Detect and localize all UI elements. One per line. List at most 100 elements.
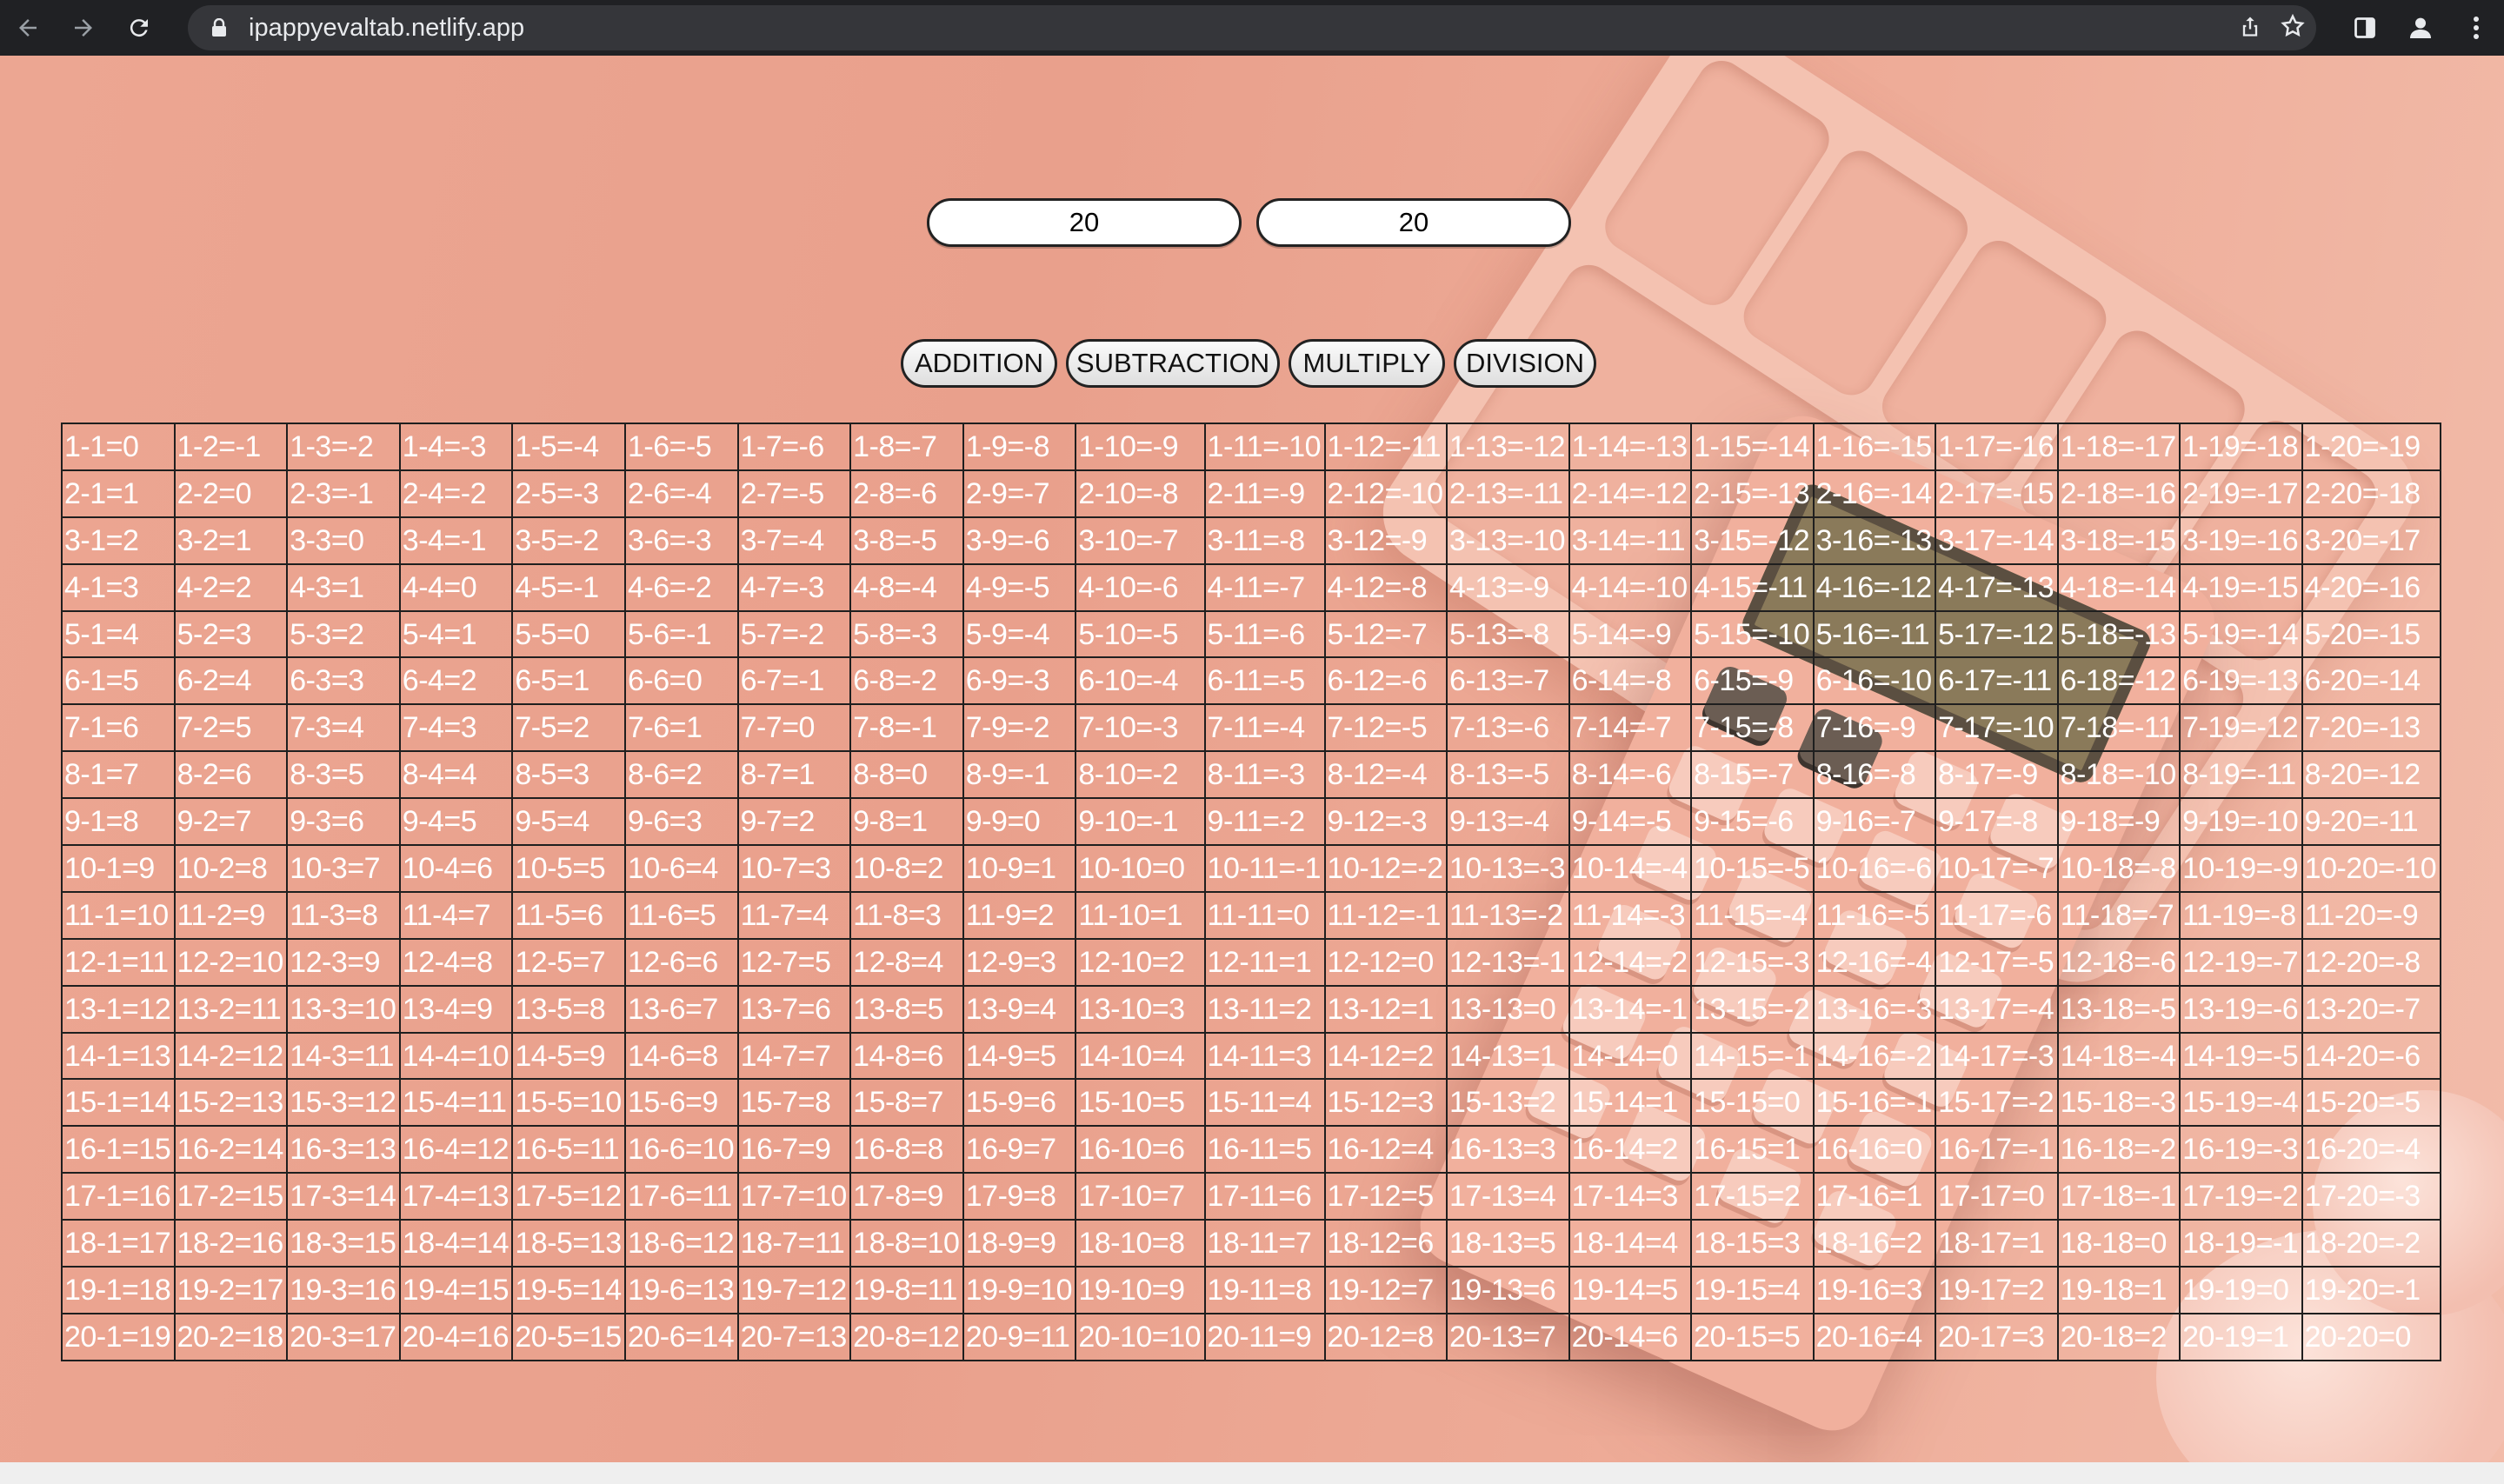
- table-cell: 13-10=3: [1075, 984, 1206, 1034]
- table-cell: 12-4=8: [398, 937, 514, 987]
- table-cell: 13-11=2: [1203, 984, 1326, 1034]
- table-cell: 20-19=1: [2179, 1312, 2303, 1362]
- table-cell: 8-19=-11: [2179, 750, 2303, 800]
- table-cell: 5-7=-2: [736, 609, 852, 659]
- table-cell: 17-20=-3: [2301, 1172, 2442, 1221]
- table-cell: 10-8=2: [849, 844, 964, 893]
- second-number-input[interactable]: [1256, 198, 1571, 247]
- table-row: 13-1=12 13-2=11 13-3=10 13-4=9 13-5=8 13-6=7 1…: [61, 984, 2442, 1034]
- profile-icon[interactable]: [2393, 0, 2448, 56]
- more-icon[interactable]: [2448, 0, 2504, 56]
- table-cell: 5-12=-7: [1323, 609, 1448, 659]
- table-cell: 8-1=7: [61, 750, 176, 800]
- table-cell: 14-20=-6: [2301, 1031, 2442, 1081]
- table-cell: 13-9=4: [962, 984, 1077, 1034]
- table-row: 7-1=6 7-2=5 7-3=4 7-4=3 7-5=2 7-6=1 7-7=0 7-8=-…: [61, 703, 2442, 753]
- table-cell: 10-11=-1: [1203, 844, 1326, 893]
- address-bar[interactable]: ipappyevaltab.netlify.app: [188, 5, 2316, 50]
- table-cell: 11-5=6: [511, 890, 626, 940]
- table-cell: 11-11=0: [1203, 890, 1326, 940]
- table-cell: 19-13=6: [1446, 1266, 1570, 1314]
- table-cell: 19-19=0: [2179, 1266, 2303, 1314]
- table-cell: 1-7=-6: [736, 423, 852, 471]
- table-cell: 3-7=-4: [736, 516, 852, 565]
- table-cell: 11-13=-2: [1446, 890, 1570, 940]
- table-cell: 5-5=0: [511, 609, 626, 659]
- table-cell: 10-12=-2: [1323, 844, 1448, 893]
- table-cell: 6-15=-9: [1690, 656, 1815, 706]
- subtraction-button[interactable]: SUBTRACTION: [1066, 339, 1280, 388]
- table-cell: 11-15=-4: [1690, 890, 1815, 940]
- table-cell: 6-19=-13: [2179, 656, 2303, 706]
- table-cell: 8-20=-12: [2301, 750, 2442, 800]
- table-cell: 4-5=-1: [511, 562, 626, 612]
- table-cell: 1-4=-3: [398, 423, 514, 471]
- table-cell: 17-1=16: [61, 1172, 176, 1221]
- table-cell: 4-19=-15: [2179, 562, 2303, 612]
- table-cell: 11-18=-7: [2056, 890, 2181, 940]
- table-row: 16-1=15 16-2=14 16-3=13 16-4=12 16-5=11 16-6=…: [61, 1125, 2442, 1175]
- share-icon[interactable]: [2238, 14, 2262, 43]
- table-cell: 18-17=1: [1935, 1219, 2059, 1268]
- table-cell: 14-12=2: [1323, 1031, 1448, 1081]
- table-cell: 2-17=-15: [1935, 469, 2059, 518]
- table-cell: 7-6=1: [623, 703, 739, 753]
- table-cell: 6-17=-11: [1935, 656, 2059, 706]
- table-cell: 12-13=-1: [1446, 937, 1570, 987]
- table-cell: 6-20=-14: [2301, 656, 2442, 706]
- table-cell: 15-10=5: [1075, 1078, 1206, 1128]
- table-cell: 7-7=0: [736, 703, 852, 753]
- table-cell: 15-6=9: [623, 1078, 739, 1128]
- table-cell: 17-10=7: [1075, 1172, 1206, 1221]
- table-cell: 15-16=-1: [1812, 1078, 1937, 1128]
- division-button[interactable]: DIVISION: [1454, 339, 1596, 388]
- table-cell: 4-13=-9: [1446, 562, 1570, 612]
- table-cell: 6-11=-5: [1203, 656, 1326, 706]
- table-cell: 10-13=-3: [1446, 844, 1570, 893]
- star-icon[interactable]: [2280, 13, 2306, 43]
- table-cell: 3-9=-6: [962, 516, 1077, 565]
- table-cell: 9-11=-2: [1203, 797, 1326, 847]
- table-cell: 3-4=-1: [398, 516, 514, 565]
- table-cell: 19-8=11: [849, 1266, 964, 1314]
- table-cell: 7-4=3: [398, 703, 514, 753]
- first-number-input[interactable]: [927, 198, 1242, 247]
- table-cell: 8-17=-9: [1935, 750, 2059, 800]
- table-cell: 5-10=-5: [1075, 609, 1206, 659]
- table-cell: 2-12=-10: [1323, 469, 1448, 518]
- table-cell: 9-15=-6: [1690, 797, 1815, 847]
- table-cell: 14-1=13: [61, 1031, 176, 1081]
- table-cell: 9-10=-1: [1075, 797, 1206, 847]
- table-cell: 17-12=5: [1323, 1172, 1448, 1221]
- table-cell: 10-15=-5: [1690, 844, 1815, 893]
- table-cell: 3-18=-15: [2056, 516, 2181, 565]
- table-cell: 14-18=-4: [2056, 1031, 2181, 1081]
- forward-icon[interactable]: [56, 0, 111, 56]
- table-row: 3-1=2 3-2=1 3-3=0 3-4=-1 3-5=-2 3-6=-3 3-7=-4 3…: [61, 516, 2442, 565]
- table-cell: 14-6=8: [623, 1031, 739, 1081]
- table-cell: 2-14=-12: [1568, 469, 1693, 518]
- table-cell: 18-2=16: [173, 1219, 289, 1268]
- table-cell: 13-7=6: [736, 984, 852, 1034]
- table-cell: 6-13=-7: [1446, 656, 1570, 706]
- table-cell: 19-3=16: [286, 1266, 401, 1314]
- table-cell: 19-11=8: [1203, 1266, 1326, 1314]
- table-cell: 15-18=-3: [2056, 1078, 2181, 1128]
- table-cell: 3-14=-11: [1568, 516, 1693, 565]
- sidebar-icon[interactable]: [2337, 0, 2393, 56]
- table-cell: 2-16=-14: [1812, 469, 1937, 518]
- table-cell: 9-2=7: [173, 797, 289, 847]
- back-icon[interactable]: [0, 0, 56, 56]
- table-cell: 12-9=3: [962, 937, 1077, 987]
- table-cell: 10-14=-4: [1568, 844, 1693, 893]
- table-cell: 9-3=6: [286, 797, 401, 847]
- reload-icon[interactable]: [111, 0, 167, 56]
- table-cell: 16-1=15: [61, 1125, 176, 1175]
- table-cell: 16-16=0: [1812, 1125, 1937, 1175]
- table-row: 15-1=14 15-2=13 15-3=12 15-4=11 15-5=10 15-6=…: [61, 1078, 2442, 1128]
- table-cell: 19-6=13: [623, 1266, 739, 1314]
- table-cell: 17-7=10: [736, 1172, 852, 1221]
- multiply-button[interactable]: MULTIPLY: [1289, 339, 1445, 388]
- table-cell: 16-15=1: [1690, 1125, 1815, 1175]
- addition-button[interactable]: ADDITION: [901, 339, 1057, 388]
